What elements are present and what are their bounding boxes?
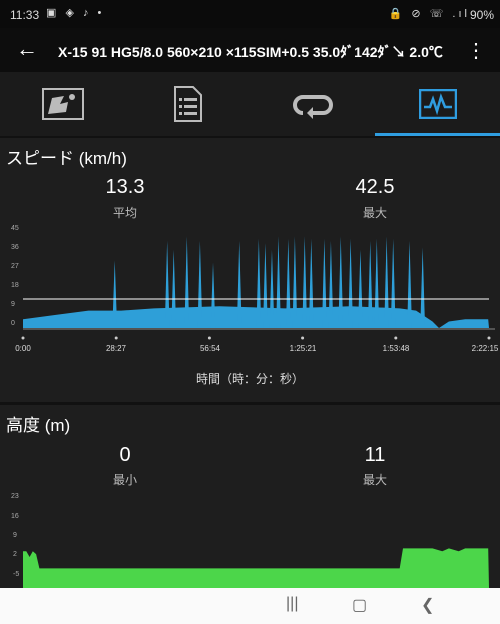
status-bar: 11:33 ▣ ◈ ♪ • 🔒 ⊘ ☏ .ıl 90% <box>0 0 500 28</box>
elevation-area <box>23 548 489 588</box>
speed-peak <box>263 243 268 328</box>
speed-peak <box>184 236 190 328</box>
speed-peak <box>236 240 242 328</box>
speed-peak <box>420 247 426 328</box>
speed-x-tick: 1:25:21 <box>289 344 317 353</box>
graph-icon <box>418 89 457 119</box>
speed-x-tick-dot <box>394 336 398 340</box>
tab-details[interactable] <box>125 72 250 136</box>
speed-peak <box>348 238 353 328</box>
speed-peak <box>210 262 216 328</box>
battery-level: 90% <box>469 8 494 22</box>
speed-peak <box>308 238 314 328</box>
speed-x-tick-dot <box>207 336 211 340</box>
speed-x-tick: 0:00 <box>15 344 31 353</box>
speed-peak <box>197 240 203 328</box>
notification-icons: ▣ ◈ ♪ • <box>46 7 105 19</box>
speed-peak <box>328 240 334 328</box>
speed-chart <box>21 236 495 340</box>
speed-x-tick-dot <box>301 336 305 340</box>
speed-peak <box>338 236 344 328</box>
speed-area <box>23 306 489 328</box>
speed-peak <box>374 238 380 328</box>
speed-peak <box>164 240 170 328</box>
speed-x-tick-dot <box>114 336 118 340</box>
speed-peak <box>384 236 390 328</box>
speed-x-tick-dot <box>21 336 25 340</box>
system-icons: 🔒 ⊘ ☏ .ıl <box>388 8 470 20</box>
speed-peak <box>285 238 291 328</box>
speed-x-tick: 1:53:48 <box>382 344 410 353</box>
loop-icon <box>292 95 333 119</box>
tab-bar <box>0 72 500 136</box>
speed-peak <box>302 236 308 328</box>
speed-peak <box>112 260 118 328</box>
document-icon <box>173 86 202 122</box>
elevation-chart <box>23 548 489 588</box>
speed-peak <box>256 238 262 328</box>
speed-peak <box>269 249 275 328</box>
elevation-section: 高度 (m) 0 最小 11 最大 23 16 9 2 -5 <box>0 405 500 588</box>
speed-x-tick: 28:27 <box>105 344 127 353</box>
system-nav-bar: ||| ▢ ❮ <box>0 588 500 624</box>
speed-x-tick-dot <box>487 336 491 340</box>
speed-peak <box>358 249 363 328</box>
speed-peak <box>292 236 298 328</box>
tab-laps[interactable] <box>250 72 375 136</box>
home-icon[interactable]: ▢ <box>352 595 367 615</box>
speed-peak <box>390 238 396 328</box>
app-bar: ← X-15 91 HG5/8.0 560×210 ×115SIM+0.5 35… <box>0 28 500 72</box>
back-arrow-icon[interactable]: ← <box>16 36 38 62</box>
speed-x-axis-title: 時間（時：分：秒） <box>195 372 304 386</box>
speed-x-tick: 56:54 <box>199 344 221 353</box>
tab-graphs[interactable] <box>375 72 500 136</box>
speed-peak <box>276 236 281 328</box>
speed-peak <box>367 240 373 328</box>
back-icon[interactable]: ❮ <box>421 595 434 615</box>
page-title: X-15 91 HG5/8.0 560×210 ×115SIM+0.5 35.0… <box>58 44 443 60</box>
speed-section: スピード (km/h) 13.3 平均 42.5 最大 45 36 27 18 … <box>0 138 500 402</box>
speed-x-tick: 2:22:15 <box>471 344 499 353</box>
map-icon <box>41 88 84 120</box>
status-time: 11:33 <box>10 8 40 22</box>
more-options-icon[interactable]: ⋮ <box>466 38 486 63</box>
speed-peak <box>321 238 327 328</box>
recent-apps-icon[interactable]: ||| <box>286 595 298 613</box>
speed-peak <box>407 240 412 328</box>
speed-peak <box>171 249 177 328</box>
tab-map[interactable] <box>0 72 125 136</box>
